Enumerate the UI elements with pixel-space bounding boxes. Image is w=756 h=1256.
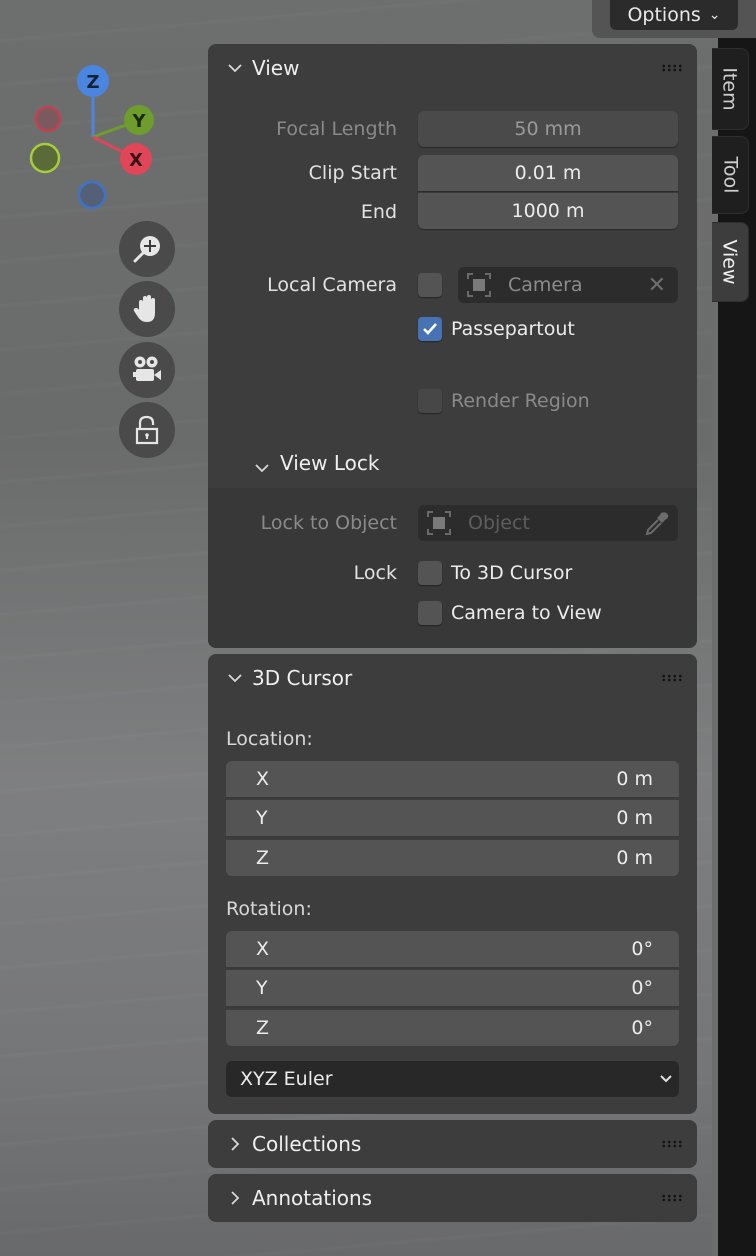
view-lock-body: Lock to Object Object Lock To 3D Cursor … xyxy=(208,488,697,648)
collections-panel[interactable]: Collections xyxy=(208,1120,697,1168)
view-lock-header[interactable]: View Lock xyxy=(208,442,697,488)
view-panel-header[interactable]: View xyxy=(208,44,697,92)
tab-view[interactable]: View xyxy=(712,222,749,302)
focal-length-label: Focal Length xyxy=(276,118,397,140)
drag-grip-icon[interactable] xyxy=(661,64,683,72)
focal-length-field: 50 mm xyxy=(418,111,678,147)
chevron-right-icon xyxy=(226,1174,244,1222)
object-data-icon xyxy=(467,273,491,297)
view-panel: View Focal Length 50 mm Clip Start 0.01 … xyxy=(208,44,697,648)
clip-start-field[interactable]: 0.01 m xyxy=(418,155,678,191)
chevron-down-icon xyxy=(254,456,270,478)
chevron-right-icon xyxy=(226,1120,244,1168)
chevron-down-icon xyxy=(660,1075,672,1083)
chevron-down-icon xyxy=(226,654,244,702)
cursor-panel: 3D Cursor Location: X0 m Y0 m Z0 m Rotat… xyxy=(208,654,697,1114)
camera-to-view-checkbox[interactable] xyxy=(418,601,442,625)
cursor-panel-header[interactable]: 3D Cursor xyxy=(208,654,697,702)
chevron-down-icon: ⌄ xyxy=(708,7,721,23)
collections-panel-header: Collections xyxy=(208,1120,697,1168)
object-data-icon xyxy=(427,511,451,535)
location-x-field[interactable]: X0 m xyxy=(226,761,679,799)
object-placeholder: Object xyxy=(468,512,530,534)
local-camera-checkbox[interactable] xyxy=(418,273,442,297)
panel-title: Collections xyxy=(252,1132,362,1156)
camera-icon xyxy=(133,356,161,381)
options-label: Options xyxy=(627,4,701,26)
tab-item[interactable]: Item xyxy=(712,48,749,130)
navigation-gizmo[interactable]: Z Y X xyxy=(20,60,170,220)
eyedropper-icon[interactable] xyxy=(644,510,670,536)
drag-grip-icon[interactable] xyxy=(661,1140,683,1148)
panel-title: View xyxy=(252,56,300,80)
clear-icon: ✕ xyxy=(647,272,666,298)
panel-title: Annotations xyxy=(252,1186,373,1210)
camera-placeholder: Camera xyxy=(508,274,583,296)
camera-to-view-label: Camera to View xyxy=(451,602,602,624)
passepartout-label: Passepartout xyxy=(451,318,575,340)
lock-to-object-label: Lock to Object xyxy=(260,512,397,534)
clip-end-field[interactable]: 1000 m xyxy=(418,193,678,229)
camera-view-button[interactable] xyxy=(119,342,175,398)
passepartout-checkbox[interactable] xyxy=(418,317,442,341)
camera-selector: Camera ✕ xyxy=(458,267,678,303)
lock-label: Lock xyxy=(353,562,397,584)
view-lock-title: View Lock xyxy=(280,451,380,475)
rotation-y-field[interactable]: Y 0° xyxy=(226,970,679,1008)
options-dropdown[interactable]: Options ⌄ xyxy=(610,0,738,30)
rotation-mode-value: XYZ Euler xyxy=(240,1068,333,1090)
lock-view-button[interactable] xyxy=(119,402,175,458)
clip-end-label: End xyxy=(360,201,397,223)
annotations-panel-header: Annotations xyxy=(208,1174,697,1222)
local-camera-label: Local Camera xyxy=(267,274,397,296)
annotations-panel[interactable]: Annotations xyxy=(208,1174,697,1222)
panel-title: 3D Cursor xyxy=(252,666,353,690)
unlock-icon xyxy=(135,415,159,445)
render-region-checkbox xyxy=(418,389,442,413)
z-axis-label: Z xyxy=(86,72,99,93)
checkmark-icon xyxy=(423,323,437,335)
neg-z-handle[interactable] xyxy=(77,180,107,210)
pan-button[interactable] xyxy=(119,281,175,337)
y-axis-label: Y xyxy=(131,111,146,132)
location-z-field[interactable]: Z0 m xyxy=(226,840,679,876)
hand-icon xyxy=(133,295,155,322)
to-3d-cursor-label: To 3D Cursor xyxy=(451,562,573,584)
rotation-mode-select[interactable]: XYZ Euler xyxy=(226,1061,679,1097)
neg-y-handle[interactable] xyxy=(29,142,61,174)
lock-object-selector[interactable]: Object xyxy=(418,505,678,541)
rotation-label: Rotation: xyxy=(226,898,312,920)
drag-grip-icon[interactable] xyxy=(661,1194,683,1202)
sidebar-tab-strip xyxy=(712,38,756,1256)
drag-grip-icon[interactable] xyxy=(661,674,683,682)
to-3d-cursor-checkbox[interactable] xyxy=(418,561,442,585)
zoom-button[interactable] xyxy=(119,221,175,277)
render-region-label: Render Region xyxy=(451,390,590,412)
zoom-in-icon xyxy=(133,236,160,263)
chevron-down-icon xyxy=(226,44,244,92)
rotation-z-field[interactable]: Z 0° xyxy=(226,1010,679,1046)
location-label: Location: xyxy=(226,728,313,750)
tab-tool[interactable]: Tool xyxy=(712,136,749,214)
rotation-x-field[interactable]: X 0° xyxy=(226,931,679,969)
x-axis-label: X xyxy=(129,150,143,171)
clip-start-label: Clip Start xyxy=(308,162,397,184)
neg-x-handle[interactable] xyxy=(34,105,62,133)
location-y-field[interactable]: Y0 m xyxy=(226,800,679,838)
